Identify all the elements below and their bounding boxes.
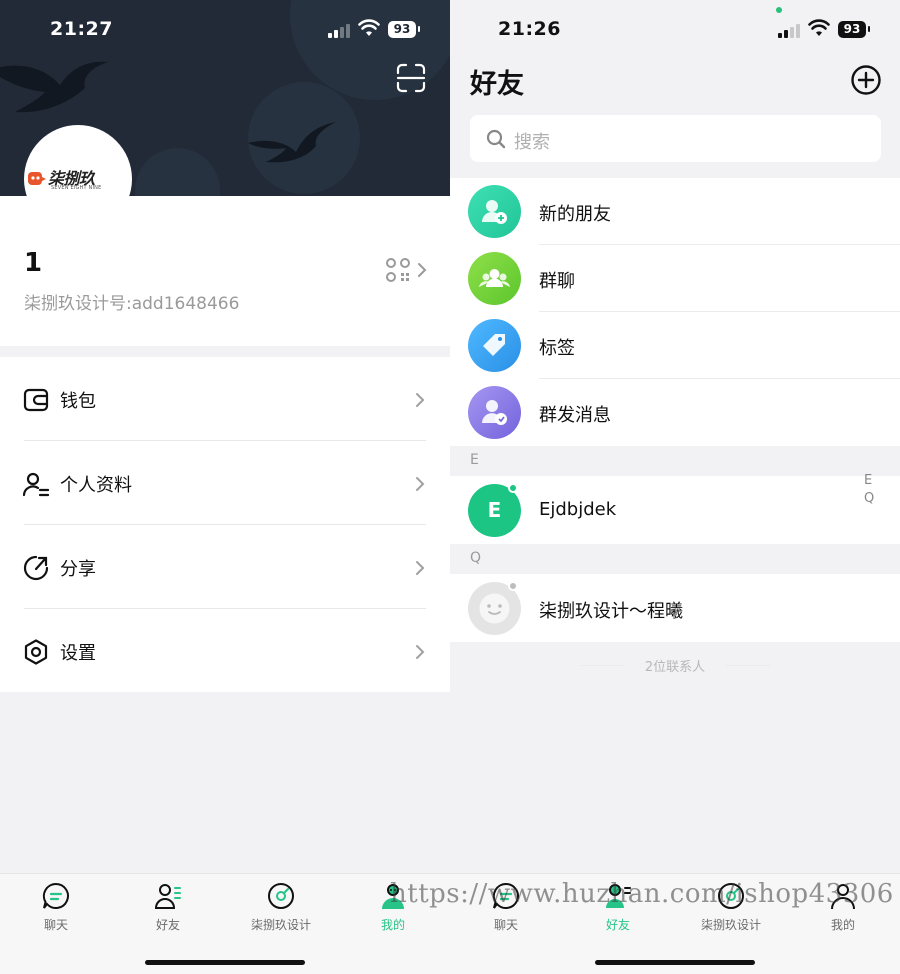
tab-chat[interactable]: 聊天 [0,874,112,944]
list-item-label: 群发消息 [539,405,611,426]
tab-label: 好友 [605,918,630,932]
list-item-label: 标签 [539,338,575,359]
tab-label: 聊天 [493,918,518,932]
tab-friends[interactable]: 好友 [562,874,674,944]
offline-status-dot [508,581,518,591]
contact-count: 2位联系人 [580,656,770,675]
section-header-e: E [450,446,900,476]
avatar [468,581,521,635]
wifi-icon [808,19,830,36]
index-letter[interactable]: E [864,473,872,488]
share-icon [23,555,49,581]
tab-bar: 聊天 好友 柒捌玖设计 我的 [450,873,900,974]
chevron-right-icon [416,645,425,659]
group-chat-icon [468,252,521,305]
tab-label: 好友 [155,918,180,932]
chat-icon [492,882,519,909]
list-item-tags[interactable]: 标签 [450,312,900,379]
section-header-q: Q [450,544,900,574]
tab-label: 我的 [380,918,405,932]
menu-item-wallet[interactable]: 钱包 [0,357,450,441]
menu-item-share[interactable]: 分享 [0,525,450,609]
profile-id: 柒捌玖设计号:add1648466 [24,294,240,314]
me-icon [382,884,404,909]
battery-indicator: 93 [388,21,420,38]
tab-label: 聊天 [43,918,68,932]
menu-item-settings[interactable]: 设置 [0,609,450,693]
tab-discover[interactable]: 柒捌玖设计 [675,874,787,944]
cellular-signal-icon [778,22,802,38]
list-item-group-chat[interactable]: 群聊 [450,245,900,312]
tag-icon [468,319,521,372]
chevron-right-icon [416,477,425,491]
brand-logo-subtext: SEVEN EIGHT NINE [51,185,102,191]
chevron-right-icon [418,263,427,277]
contact-row[interactable]: E Ejdbjdek [450,476,900,544]
search-input[interactable]: 搜索 [470,115,881,162]
tab-chat[interactable]: 聊天 [450,874,562,944]
index-letter[interactable]: Q [864,491,874,506]
battery-indicator: 93 [838,21,870,38]
tab-bar: 聊天 好友 柒捌玖设计 我的 [0,873,450,974]
menu-item-label: 个人资料 [60,475,132,496]
status-bar: 21:27 93 [0,0,450,60]
list-item-new-friends[interactable]: 新的朋友 [450,178,900,245]
discover-icon [718,883,744,909]
tab-label: 柒捌玖设计 [250,918,311,932]
cellular-signal-icon [328,22,352,38]
tab-label: 我的 [830,918,855,932]
avatar[interactable]: 柒捌玖 SEVEN EIGHT NINE [24,125,132,233]
contact-row[interactable]: 柒捌玖设计～程曦 [450,574,900,642]
broadcast-icon [468,386,521,439]
list-item-label: 群聊 [539,271,575,292]
wifi-icon [358,19,380,36]
me-icon [831,884,855,910]
tab-friends[interactable]: 好友 [112,874,224,944]
brand-logo-icon [28,172,46,185]
tab-me[interactable]: 我的 [337,874,449,944]
profile-menu: 钱包 个人资料 分享 设置 [0,357,450,692]
qr-code-icon[interactable] [385,257,411,283]
add-icon[interactable] [850,64,882,96]
page-title: 好友 [470,69,524,100]
friends-screen: 21:26 93 好友 搜索 新的朋友 群聊 标签 群发消息 E E Ejdbj… [450,0,900,974]
chevron-right-icon [416,393,425,407]
status-time: 21:26 [498,18,561,40]
online-status-dot [508,483,518,493]
list-item-broadcast[interactable]: 群发消息 [450,379,900,446]
contact-name: 柒捌玖设计～程曦 [539,601,683,622]
contact-name: Ejdbjdek [539,499,617,520]
function-list: 新的朋友 群聊 标签 群发消息 [450,178,900,446]
friends-icon [154,884,181,909]
home-indicator [595,960,755,965]
privacy-indicator-dot [776,7,782,13]
profile-name: 1 [24,248,43,278]
bird-decoration-icon [248,122,336,163]
list-item-label: 新的朋友 [539,204,611,225]
discover-icon [268,883,294,909]
screen-root: 21:27 93 柒捌玖 SEVEN EIGHT NINE 1 柒捌玖设计号:a… [0,0,900,974]
menu-item-label: 设置 [60,643,96,664]
friends-icon [606,884,631,908]
menu-item-label: 分享 [60,559,96,580]
menu-item-profile[interactable]: 个人资料 [0,441,450,525]
chat-icon [42,882,69,909]
profile-icon [23,472,49,497]
status-bar: 21:26 93 [450,0,900,60]
scan-icon[interactable] [396,63,426,93]
settings-icon [24,639,48,665]
new-friend-icon [468,185,521,238]
tab-discover[interactable]: 柒捌玖设计 [225,874,337,944]
home-indicator [145,960,305,965]
profile-screen: 21:27 93 柒捌玖 SEVEN EIGHT NINE 1 柒捌玖设计号:a… [0,0,450,974]
search-icon [486,129,506,149]
search-placeholder: 搜索 [514,132,550,153]
tab-me[interactable]: 我的 [787,874,899,944]
chevron-right-icon [416,561,425,575]
avatar: E [468,483,521,537]
tab-label: 柒捌玖设计 [700,918,761,932]
menu-item-label: 钱包 [60,391,96,412]
status-time: 21:27 [50,18,113,40]
wallet-icon [23,388,49,412]
